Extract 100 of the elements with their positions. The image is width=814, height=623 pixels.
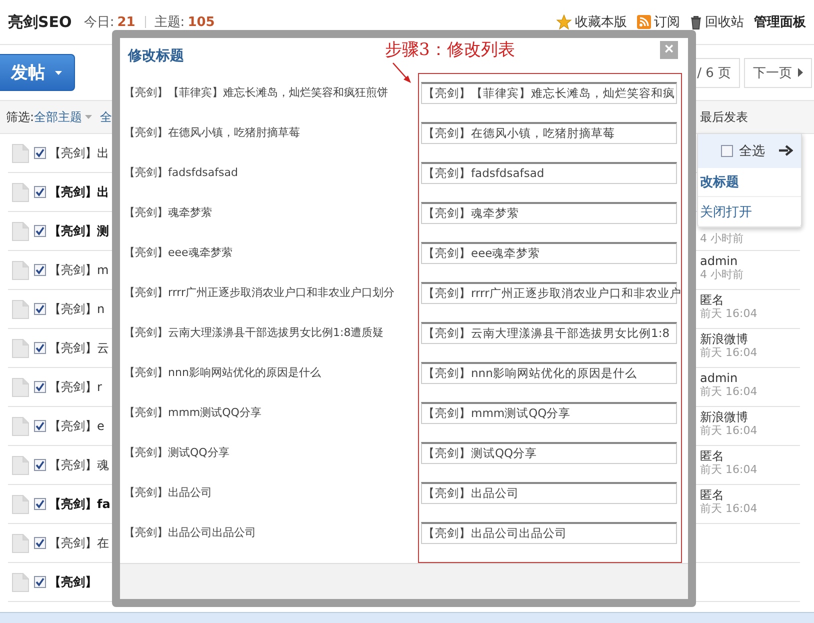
author-name[interactable]: 匿名 bbox=[700, 449, 758, 463]
title-field[interactable]: 【亮剑】魂牵梦萦 bbox=[421, 202, 677, 224]
thread-title[interactable]: 【亮剑】在 bbox=[49, 534, 109, 552]
document-icon bbox=[12, 378, 29, 396]
checkbox[interactable] bbox=[34, 459, 46, 471]
document-icon bbox=[12, 338, 29, 358]
document-icon bbox=[12, 416, 29, 436]
original-title: 【亮剑】出品公司出品公司 bbox=[124, 525, 257, 541]
title-field[interactable]: 【亮剑】出品公司 bbox=[421, 482, 677, 504]
original-title: 【亮剑】出品公司 bbox=[124, 485, 213, 501]
title-field[interactable]: 【亮剑】云南大理漾濞县干部选拔男女比例1:8 bbox=[421, 322, 677, 344]
thread-title[interactable]: 【亮剑】魂 bbox=[49, 456, 109, 474]
document-icon bbox=[12, 456, 29, 474]
checkbox[interactable] bbox=[34, 225, 46, 237]
author-name[interactable]: admin bbox=[700, 371, 758, 385]
post-time: 4 小时前 bbox=[700, 232, 744, 246]
original-title: 【亮剑】mmm测试QQ分享 bbox=[124, 405, 262, 421]
stat-label: 今日: bbox=[84, 14, 114, 31]
stat-label: 主题: bbox=[154, 14, 185, 31]
title-field[interactable]: 【亮剑】在德风小镇，吃猪肘摘草莓 bbox=[421, 122, 677, 144]
column-header: 最后发表 bbox=[700, 108, 748, 126]
document-icon bbox=[12, 534, 29, 552]
author-name[interactable]: admin bbox=[700, 254, 744, 268]
thread-title[interactable]: 【亮剑】m bbox=[49, 262, 109, 278]
menu-item[interactable]: 关闭打开 bbox=[698, 197, 801, 227]
header-link[interactable]: 订阅 bbox=[654, 13, 680, 31]
post-time: 前天 16:04 bbox=[700, 502, 758, 516]
original-title: 【亮剑】【菲律宾】难忘长滩岛，灿烂笑容和疯狂煎饼 bbox=[124, 85, 389, 101]
author-name[interactable]: 匿名 bbox=[700, 293, 758, 307]
original-title: 【亮剑】rrrr广州正逐步取消农业户口和非农业户口划分 bbox=[124, 285, 396, 301]
checkbox[interactable] bbox=[34, 186, 46, 198]
author-name[interactable]: 匿名 bbox=[700, 488, 758, 502]
post-time: 前天 16:04 bbox=[700, 346, 758, 360]
filter-link[interactable]: 全 bbox=[100, 108, 112, 126]
arrow-right-icon[interactable] bbox=[779, 145, 793, 156]
thread-title[interactable]: 【亮剑】n bbox=[49, 300, 105, 318]
caret-icon bbox=[55, 70, 62, 74]
title-field[interactable]: 【亮剑】mmm测试QQ分享 bbox=[421, 402, 677, 424]
header-link[interactable]: 回收站 bbox=[705, 13, 744, 31]
menu-item[interactable]: 改标题 bbox=[698, 168, 801, 198]
dialog-title: 修改标题 bbox=[128, 46, 184, 64]
thread-title[interactable]: 【亮剑】e bbox=[49, 418, 104, 434]
annotation-arrow bbox=[392, 62, 412, 84]
document-icon bbox=[12, 182, 29, 202]
trash-icon bbox=[690, 14, 702, 30]
document-icon bbox=[12, 572, 29, 592]
checkbox[interactable] bbox=[34, 576, 46, 588]
checkbox[interactable] bbox=[34, 303, 46, 315]
title-field[interactable]: 【亮剑】测试QQ分享 bbox=[421, 442, 677, 464]
original-title: 【亮剑】eee魂牵梦萦 bbox=[124, 245, 234, 261]
triangle-right-icon bbox=[798, 68, 803, 77]
select-all-label[interactable]: 全选 bbox=[739, 142, 765, 160]
checkbox[interactable] bbox=[34, 264, 46, 276]
star-icon bbox=[556, 14, 572, 30]
stat-count: 21 bbox=[117, 14, 136, 30]
filter-dropdown[interactable]: 全部主题 bbox=[34, 108, 92, 126]
document-icon bbox=[12, 260, 29, 280]
post-time: 前天 16:04 bbox=[700, 463, 758, 477]
post-button[interactable]: 发帖 bbox=[0, 54, 75, 91]
checkbox[interactable] bbox=[34, 420, 46, 432]
original-title: 【亮剑】魂牵梦萦 bbox=[124, 205, 213, 221]
thread-title[interactable]: 【亮剑】 bbox=[49, 574, 97, 590]
caret-icon bbox=[85, 115, 92, 119]
thread-title[interactable]: 【亮剑】测 bbox=[49, 222, 109, 240]
author-name[interactable]: 新浪微博 bbox=[700, 410, 758, 424]
original-title: 【亮剑】云南大理漾濞县干部选拔男女比例1:8遭质疑 bbox=[124, 325, 385, 341]
thread-title[interactable]: 【亮剑】出 bbox=[49, 144, 109, 162]
document-icon bbox=[12, 494, 29, 514]
author-name[interactable]: 新浪微博 bbox=[700, 332, 758, 346]
document-icon bbox=[12, 144, 29, 162]
checkbox[interactable] bbox=[721, 144, 733, 157]
document-icon bbox=[12, 300, 29, 318]
thread-title[interactable]: 【亮剑】云 bbox=[49, 340, 109, 356]
checkbox[interactable] bbox=[34, 498, 46, 510]
checkbox[interactable] bbox=[34, 342, 46, 354]
post-time: 前天 16:04 bbox=[700, 385, 758, 399]
title-field[interactable]: 【亮剑】nnn影响网站优化的原因是什么 bbox=[421, 362, 677, 384]
title-field[interactable]: 【亮剑】出品公司出品公司 bbox=[421, 522, 677, 544]
annotation-label: 步骤3：修改列表 bbox=[385, 39, 515, 61]
stat-count: 105 bbox=[188, 14, 215, 30]
title-field[interactable]: 【亮剑】fadsfdsafsad bbox=[421, 162, 677, 184]
title-field[interactable]: 【亮剑】【菲律宾】难忘长滩岛，灿烂笑容和疯 bbox=[421, 82, 677, 104]
thread-title[interactable]: 【亮剑】fa bbox=[49, 496, 110, 512]
thread-title[interactable]: 【亮剑】出 bbox=[49, 184, 109, 200]
original-title: 【亮剑】测试QQ分享 bbox=[124, 445, 230, 461]
header-link[interactable]: 管理面板 bbox=[754, 13, 806, 31]
post-time: 前天 16:04 bbox=[700, 424, 758, 438]
title-field[interactable]: 【亮剑】eee魂牵梦萦 bbox=[421, 242, 677, 264]
header-link[interactable]: 收藏本版 bbox=[575, 13, 627, 31]
next-page-button[interactable]: 下一页 bbox=[744, 58, 812, 88]
filter-label: 筛选: bbox=[6, 108, 34, 126]
forum-title: 亮剑SEO bbox=[8, 12, 72, 32]
checkbox[interactable] bbox=[34, 381, 46, 393]
post-time: 4 小时前 bbox=[700, 268, 744, 282]
post-time: 前天 16:04 bbox=[700, 307, 758, 321]
checkbox[interactable] bbox=[34, 537, 46, 549]
original-title: 【亮剑】在德风小镇，吃猪肘摘草莓 bbox=[124, 125, 301, 141]
checkbox[interactable] bbox=[34, 147, 46, 159]
thread-title[interactable]: 【亮剑】r bbox=[49, 378, 102, 396]
document-icon bbox=[12, 222, 29, 240]
